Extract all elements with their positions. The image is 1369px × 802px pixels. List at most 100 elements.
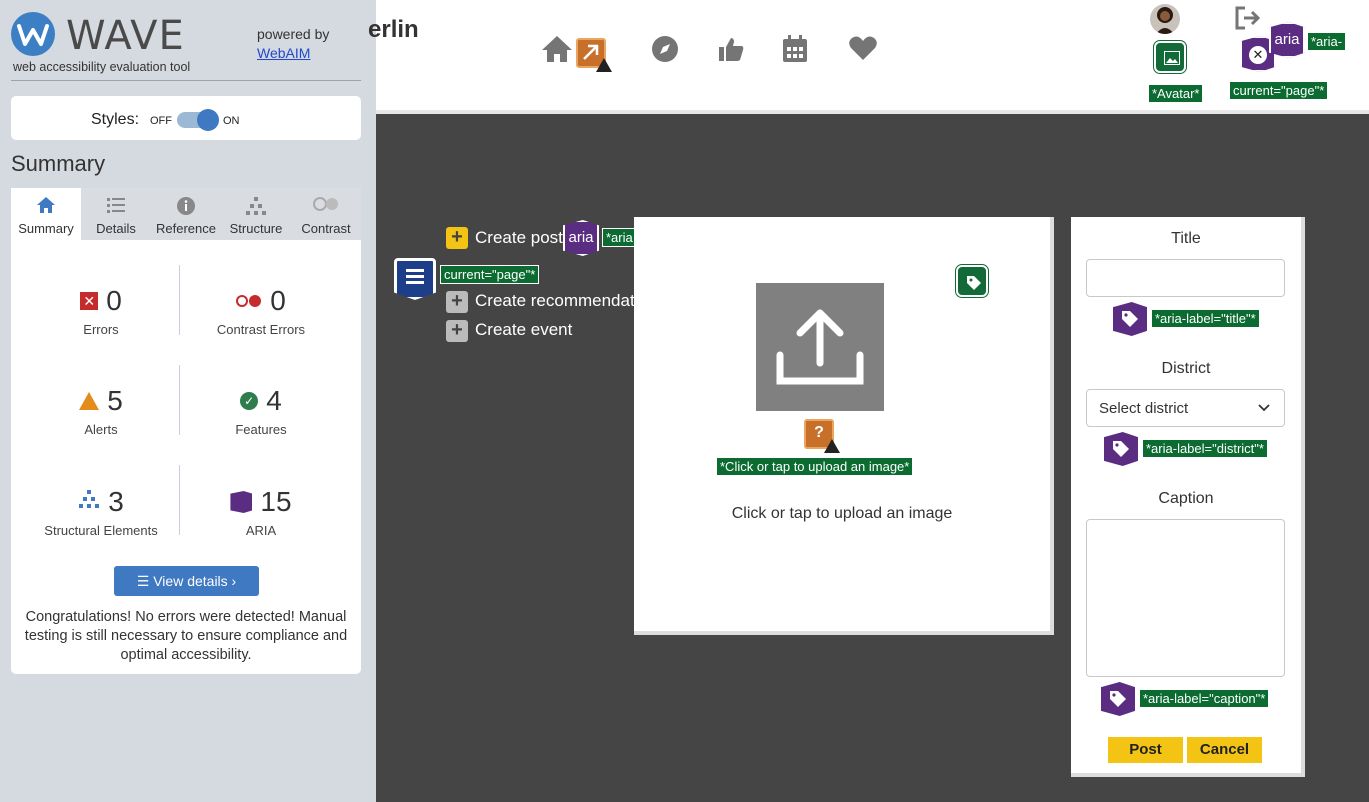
webaim-link[interactable]: WebAIM (257, 45, 310, 61)
wave-title: WAVE (66, 13, 185, 59)
tab-reference[interactable]: Reference (151, 188, 221, 240)
tab-label: Details (96, 221, 136, 236)
upload-caption[interactable]: Click or tap to upload an image (634, 505, 1050, 523)
stat-contrast-errors[interactable]: 0 Contrast Errors (181, 284, 341, 337)
features-count: 4 (266, 385, 282, 416)
tab-summary[interactable]: Summary (11, 188, 81, 240)
home-icon[interactable] (540, 34, 574, 71)
tab-label: Reference (156, 221, 216, 236)
chevron-down-icon (1258, 400, 1270, 416)
list-structure-icon (394, 258, 436, 300)
contrast-error-icon (236, 294, 262, 308)
district-label: District (1161, 360, 1211, 377)
plus-icon[interactable]: + (446, 320, 468, 342)
menu-create-post[interactable]: Create post (475, 228, 563, 248)
stat-aria[interactable]: 15 ARIA (181, 485, 341, 538)
alert-icon (79, 392, 100, 410)
compass-icon[interactable] (650, 34, 680, 71)
aria-current-tag: current="page"* (1228, 81, 1329, 100)
heart-icon[interactable] (848, 34, 878, 69)
plus-icon[interactable]: + (446, 227, 468, 249)
list-icon (81, 196, 151, 216)
district-aria-tag: *aria-label="district"* (1142, 439, 1268, 458)
errors-label: Errors (83, 322, 119, 337)
stat-alerts[interactable]: 5 Alerts (21, 384, 181, 437)
error-icon: ✕ (80, 292, 99, 310)
alerts-count: 5 (107, 385, 123, 416)
aria-badge: aria (1269, 22, 1305, 58)
home-icon (11, 196, 81, 216)
contrast-icon (291, 196, 361, 216)
view-details-button[interactable]: ☰ View details › (114, 566, 259, 596)
upload-image-button[interactable] (756, 283, 884, 411)
post-button[interactable]: Post (1108, 737, 1183, 763)
tab-structure[interactable]: Structure (221, 188, 291, 240)
wave-tabs: Summary Details Reference Structure Cont… (11, 188, 361, 240)
powered-by-text: powered by (257, 26, 330, 42)
info-icon (151, 196, 221, 216)
cancel-button[interactable]: Cancel (1187, 737, 1262, 763)
wave-sidebar: WAVE web accessibility evaluation tool p… (0, 0, 376, 802)
wave-logo-icon (11, 12, 55, 56)
styles-toggle[interactable] (177, 109, 219, 131)
styles-off-label: OFF (150, 115, 172, 127)
summary-heading: Summary (11, 151, 106, 176)
divider (11, 80, 361, 81)
logout-icon[interactable] (1234, 6, 1262, 36)
aria-badge: aria (563, 220, 599, 256)
stat-structural[interactable]: 3 Structural Elements (21, 485, 181, 538)
image-alert-icon[interactable] (576, 38, 612, 72)
calendar-icon[interactable] (781, 34, 809, 71)
district-select[interactable]: Select district (1086, 389, 1285, 427)
contrast-errors-count: 0 (270, 285, 286, 316)
stat-features[interactable]: ✓ 4 Features (181, 384, 341, 437)
plus-icon[interactable]: + (446, 291, 468, 313)
tab-label: Contrast (301, 221, 351, 236)
toggle-knob (197, 109, 219, 131)
menu-create-event[interactable]: Create event (475, 320, 572, 340)
warning-icon (824, 439, 840, 453)
image-alert-icon: ? (804, 419, 840, 453)
tab-contrast[interactable]: Contrast (291, 188, 361, 240)
congrats-message: Congratulations! No errors were detected… (24, 609, 348, 663)
post-form: Title *aria-label="title"* District Sele… (1071, 217, 1305, 777)
stat-errors[interactable]: ✕ 0 Errors (21, 284, 181, 337)
caption-label: Caption (1158, 490, 1214, 507)
menu-create-recommendation[interactable]: Create recommendati (475, 291, 634, 311)
caption-aria-tag: *aria-label="caption"* (1138, 689, 1270, 708)
structural-count: 3 (108, 486, 124, 517)
alerts-label: Alerts (84, 422, 118, 437)
styles-on-label: ON (223, 115, 240, 127)
summary-panel: ✕ 0 Errors 0 Contrast Errors 5 Alerts ✓ 4 … (11, 240, 361, 674)
styles-label: Styles: (91, 111, 140, 128)
wave-header: WAVE web accessibility evaluation tool p… (0, 0, 376, 82)
features-label: Features (235, 422, 287, 437)
tab-label: Summary (18, 221, 74, 236)
styles-toggle-panel: Styles: OFF ON (11, 96, 361, 140)
upload-card: ? *Click or tap to upload an image* Clic… (634, 217, 1054, 635)
site-brand[interactable]: erlin (368, 16, 419, 44)
title-input[interactable] (1086, 259, 1285, 297)
tab-label: Structure (229, 221, 283, 236)
warning-icon (596, 58, 612, 72)
tag-icon (1104, 432, 1138, 466)
image-feature-icon[interactable] (1153, 40, 1187, 74)
check-icon: ✓ (240, 392, 259, 410)
aria-label: ARIA (245, 523, 277, 538)
tag-icon (1101, 682, 1135, 716)
hierarchy-icon (78, 489, 100, 515)
wave-subtitle: web accessibility evaluation tool (13, 60, 191, 74)
tab-details[interactable]: Details (81, 188, 151, 240)
avatar-alt-tag: *Avatar* (1147, 84, 1204, 103)
title-label: Title (1171, 230, 1201, 247)
contrast-errors-label: Contrast Errors (216, 322, 306, 337)
avatar[interactable] (1150, 4, 1180, 34)
caption-textarea[interactable] (1086, 519, 1285, 677)
view-details-label: View details › (153, 573, 237, 589)
title-aria-tag: *aria-label="title"* (1151, 309, 1260, 328)
hierarchy-icon (221, 196, 291, 216)
thumbs-up-icon[interactable] (716, 34, 746, 71)
menu-current-tag: current="page"* (439, 265, 540, 284)
tag-feature-icon (955, 264, 989, 298)
list-icon: ☰ (136, 573, 154, 589)
